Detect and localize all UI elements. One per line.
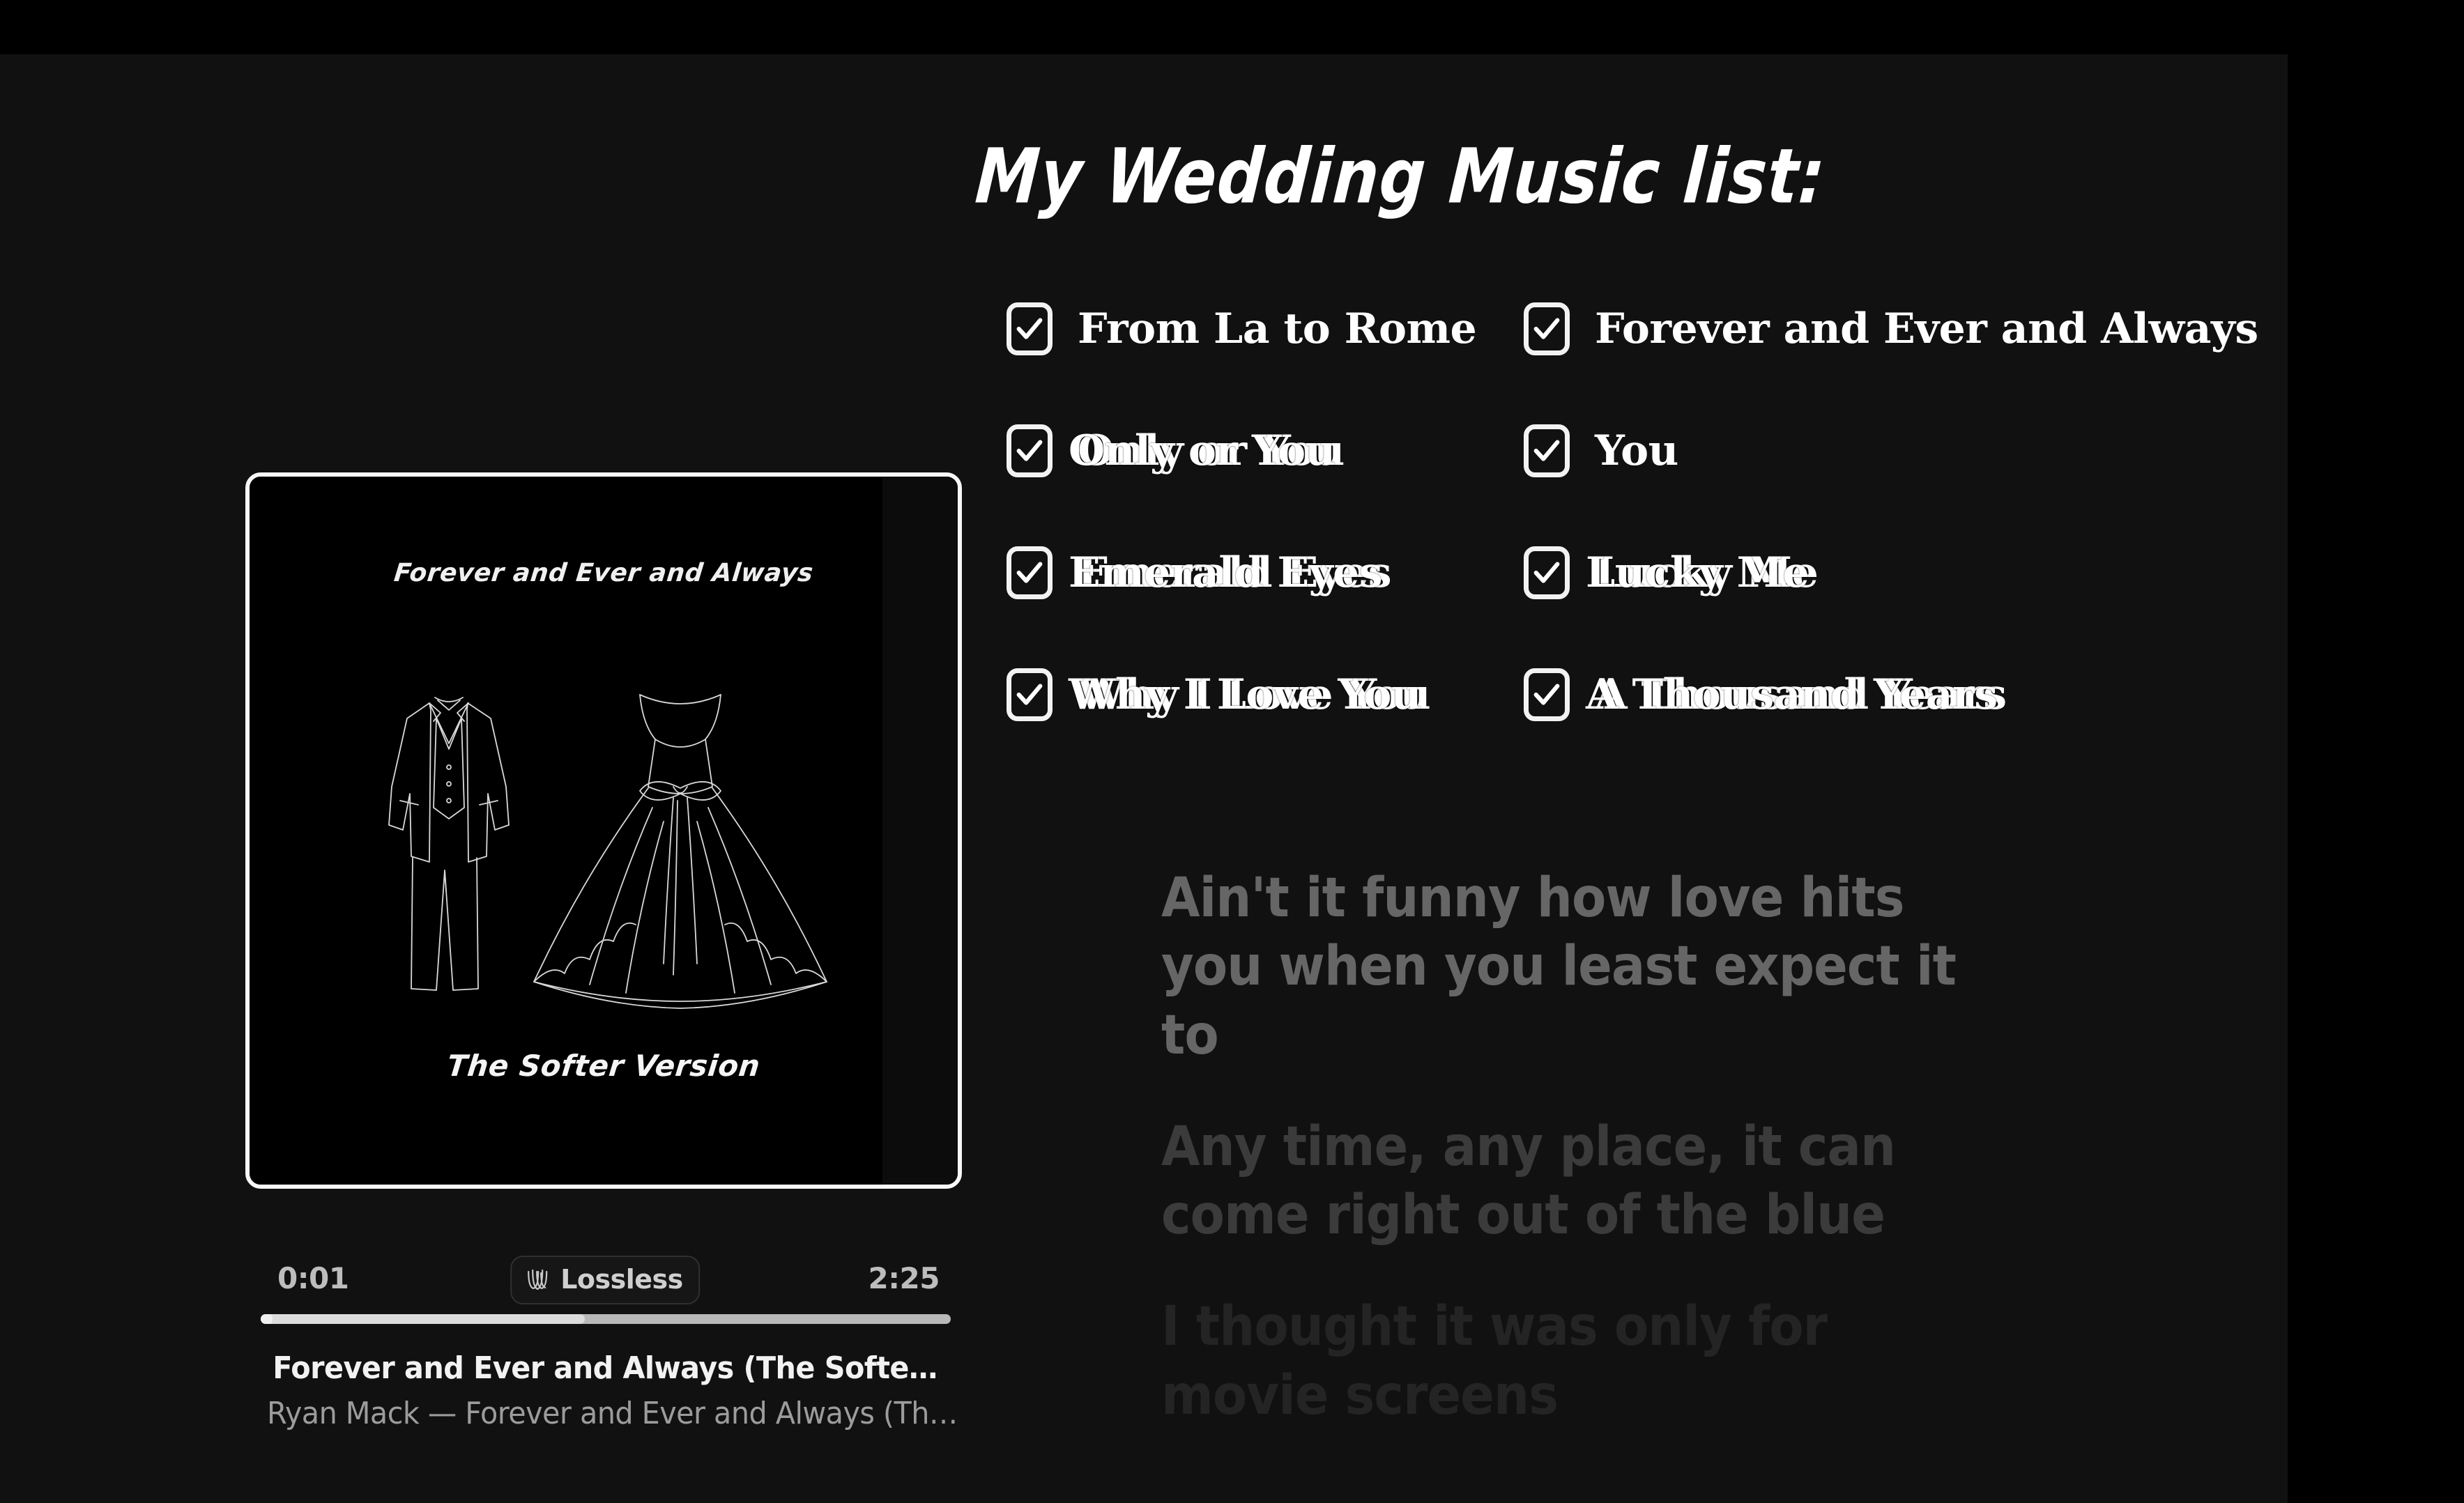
track-artist: Ryan Mack — Forever and Ever and Always … (266, 1396, 958, 1431)
letterbox-top (0, 0, 2464, 54)
checklist-item[interactable]: Forever and Ever and Always (1524, 268, 2283, 390)
app-screen: My Wedding Music list: From La to Rome F… (0, 0, 2464, 1503)
checklist-item[interactable]: Why I Love You (1007, 633, 1524, 755)
checklist-item[interactable]: You (1524, 390, 2283, 511)
wedding-music-checklist: From La to Rome Forever and Ever and Alw… (1007, 268, 2288, 755)
lyric-line[interactable]: Any time, any place, it can come right o… (1161, 1113, 1963, 1250)
checkbox-checked[interactable] (1524, 546, 1570, 599)
checklist-item[interactable]: Emerald Eyes (1007, 511, 1524, 633)
progress-fill (261, 1314, 586, 1324)
check-icon (1016, 561, 1043, 583)
checklist-row: Only or You You (1007, 390, 2288, 511)
album-artwork[interactable]: Forever and Ever and Always The Softer V… (245, 472, 962, 1189)
song-label: Emerald Eyes (1078, 552, 1392, 594)
content-panel: My Wedding Music list: From La to Rome F… (0, 54, 2288, 1503)
lossless-label: Lossless (560, 1264, 683, 1295)
checklist-row: Emerald Eyes Lucky Me (1007, 511, 2288, 633)
song-label: You (1595, 426, 1678, 475)
lyrics-panel[interactable]: Ain't it funny how love hits you when yo… (1161, 864, 2033, 1473)
lyric-line[interactable]: I thought it was only for movie screens (1161, 1293, 1963, 1430)
progress-slider[interactable] (261, 1314, 951, 1324)
checkbox-checked[interactable] (1007, 668, 1053, 721)
song-label: Why I Love You (1078, 674, 1431, 716)
check-icon (1016, 683, 1043, 705)
check-icon (1533, 561, 1560, 583)
lossless-waveform-icon (528, 1269, 548, 1290)
check-icon (1533, 439, 1560, 461)
song-label: Only or You (1078, 430, 1345, 472)
letterbox-right (2288, 0, 2464, 1503)
check-icon (1016, 439, 1043, 461)
check-icon (1533, 683, 1560, 705)
lyric-line[interactable]: Ain't it funny how love hits you when yo… (1161, 864, 1963, 1070)
checkbox-checked[interactable] (1007, 424, 1053, 477)
check-icon (1016, 317, 1043, 339)
checklist-item[interactable]: Lucky Me (1524, 511, 2283, 633)
elapsed-time: 0:01 (277, 1261, 349, 1295)
progress-knob[interactable] (261, 1314, 273, 1324)
checkbox-checked[interactable] (1007, 546, 1053, 599)
song-label: A Thousand Years (1595, 674, 2007, 716)
checklist-item[interactable]: Only or You (1007, 390, 1524, 511)
player-meta-row: 0:01 Lossless 2:25 (245, 1256, 965, 1304)
music-player: Forever and Ever and Always The Softer V… (245, 472, 965, 1431)
check-icon (1533, 317, 1560, 339)
checklist-item[interactable]: A Thousand Years (1524, 633, 2283, 755)
album-artwork-canvas: Forever and Ever and Always The Softer V… (250, 477, 958, 1185)
lossless-badge[interactable]: Lossless (510, 1256, 700, 1304)
checkbox-checked[interactable] (1524, 302, 1570, 355)
track-title: Forever and Ever and Always (The Softe… (273, 1350, 938, 1386)
total-time: 2:25 (868, 1261, 940, 1295)
checkbox-checked[interactable] (1007, 302, 1053, 355)
suit-and-dress-illustration (388, 694, 827, 1009)
artwork-title: Forever and Ever and Always (392, 559, 815, 587)
checklist-row: From La to Rome Forever and Ever and Alw… (1007, 268, 2288, 390)
song-label: Lucky Me (1595, 552, 1819, 594)
artwork-subtitle: The Softer Version (445, 1049, 762, 1083)
checklist-row: Why I Love You A Thousand Years (1007, 633, 2288, 755)
page-title: My Wedding Music list: (972, 132, 1829, 221)
song-label: Forever and Ever and Always (1595, 304, 2258, 353)
song-label: From La to Rome (1078, 304, 1477, 353)
checkbox-checked[interactable] (1524, 424, 1570, 477)
checklist-item[interactable]: From La to Rome (1007, 268, 1524, 390)
checkbox-checked[interactable] (1524, 668, 1570, 721)
